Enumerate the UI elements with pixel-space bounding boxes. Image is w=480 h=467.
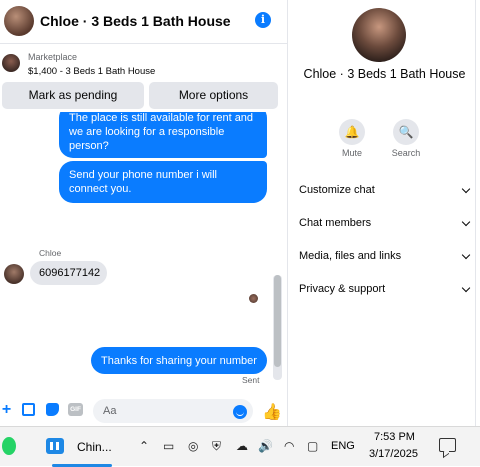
chat-header: Chloe · 3 Beds 1 Bath House i (0, 0, 288, 44)
touchpad-icon[interactable]: ▢ (307, 439, 318, 453)
chat-pane: Chloe · 3 Beds 1 Bath House i Marketplac… (0, 0, 288, 426)
section-label: Chat members (299, 217, 372, 229)
chevron-down-icon (461, 283, 471, 293)
info-icon[interactable]: i (255, 12, 271, 28)
speaker-icon[interactable]: 🔊 (258, 439, 273, 453)
section-chat-members[interactable]: Chat members (299, 213, 471, 233)
marketplace-label: Marketplace (28, 52, 78, 62)
section-label: Media, files and links (299, 250, 402, 262)
outgoing-message[interactable]: Thanks for sharing your number (91, 347, 267, 374)
listing-price-title: $1,400 - 3 Beds 1 Bath House (28, 66, 156, 77)
mark-as-pending-button[interactable]: Mark as pending (2, 82, 144, 109)
message-input[interactable]: Aa (93, 399, 253, 423)
chevron-down-icon (461, 217, 471, 227)
chevron-down-icon (461, 250, 471, 260)
more-options-button[interactable]: More options (149, 82, 278, 109)
scrollbar-thumb[interactable] (274, 275, 281, 367)
bell-icon[interactable]: 🔔 (339, 119, 365, 145)
taskbar: Chin... ⌃ ▭ ◎ ⛨ ☁ 🔊 ◠ ▢ ENG 7:53 PM 3/17… (0, 426, 480, 467)
read-receipt-avatar (249, 294, 258, 303)
listing-actions: Mark as pending More options (0, 82, 288, 110)
cloud-icon[interactable]: ☁ (236, 439, 248, 453)
section-media-files-links[interactable]: Media, files and links (299, 246, 471, 266)
sender-avatar (4, 264, 24, 284)
listing-thumbnail (2, 54, 20, 72)
panel-contact-name: Chloe · 3 Beds 1 Bath House (303, 67, 466, 81)
thumbs-up-icon[interactable]: 👍 (262, 402, 282, 422)
chat-details-panel: Chloe · 3 Beds 1 Bath House 🔔 Mute 🔍 Sea… (289, 0, 480, 426)
battery-icon[interactable]: ▭ (163, 439, 174, 453)
contact-avatar[interactable] (4, 6, 34, 36)
plus-icon[interactable]: + (0, 402, 13, 418)
notification-icon[interactable] (439, 438, 456, 452)
chevron-up-icon[interactable]: ⌃ (139, 439, 149, 453)
section-customize-chat[interactable]: Customize chat (299, 180, 471, 200)
outgoing-message[interactable]: Send your phone number i will connect yo… (59, 161, 267, 203)
section-label: Privacy & support (299, 283, 386, 295)
shield-icon[interactable]: ⛨ (212, 439, 221, 454)
search-icon[interactable]: 🔍 (393, 119, 419, 145)
gif-icon[interactable]: GIF (68, 403, 83, 416)
taskbar-app-label[interactable]: Chin... (77, 440, 112, 454)
chrome-icon[interactable]: ◎ (188, 439, 198, 453)
message-list[interactable]: The place is still available for rent an… (0, 112, 288, 392)
section-privacy-support[interactable]: Privacy & support (299, 279, 471, 299)
image-icon[interactable] (22, 403, 35, 416)
messenger-window: Chloe · 3 Beds 1 Bath House i Marketplac… (0, 0, 480, 426)
clock-time[interactable]: 7:53 PM (374, 431, 415, 443)
chevron-down-icon (461, 184, 471, 194)
message-status: Sent (242, 375, 260, 385)
mute-button[interactable]: 🔔 Mute (327, 119, 377, 158)
window-edge (475, 0, 480, 426)
search-label: Search (391, 148, 421, 158)
app-icon[interactable] (46, 438, 64, 454)
marketplace-listing[interactable]: Marketplace $1,400 - 3 Beds 1 Bath House (0, 46, 288, 82)
section-label: Customize chat (299, 184, 375, 196)
message-scrollbar[interactable] (273, 275, 282, 380)
sticker-icon[interactable] (46, 403, 59, 416)
language-indicator[interactable]: ENG (331, 440, 355, 452)
whatsapp-icon[interactable] (2, 437, 16, 455)
wifi-icon[interactable]: ◠ (284, 439, 294, 453)
sender-name: Chloe (39, 248, 62, 258)
chat-title[interactable]: Chloe · 3 Beds 1 Bath House (40, 13, 231, 29)
search-button[interactable]: 🔍 Search (381, 119, 431, 158)
clock-date[interactable]: 3/17/2025 (369, 448, 418, 460)
outgoing-message[interactable]: The place is still available for rent an… (59, 112, 267, 158)
incoming-message[interactable]: 6096177142 (30, 261, 107, 285)
emoji-icon[interactable] (233, 405, 247, 419)
contact-large-avatar (352, 8, 406, 62)
mute-label: Mute (341, 148, 362, 158)
